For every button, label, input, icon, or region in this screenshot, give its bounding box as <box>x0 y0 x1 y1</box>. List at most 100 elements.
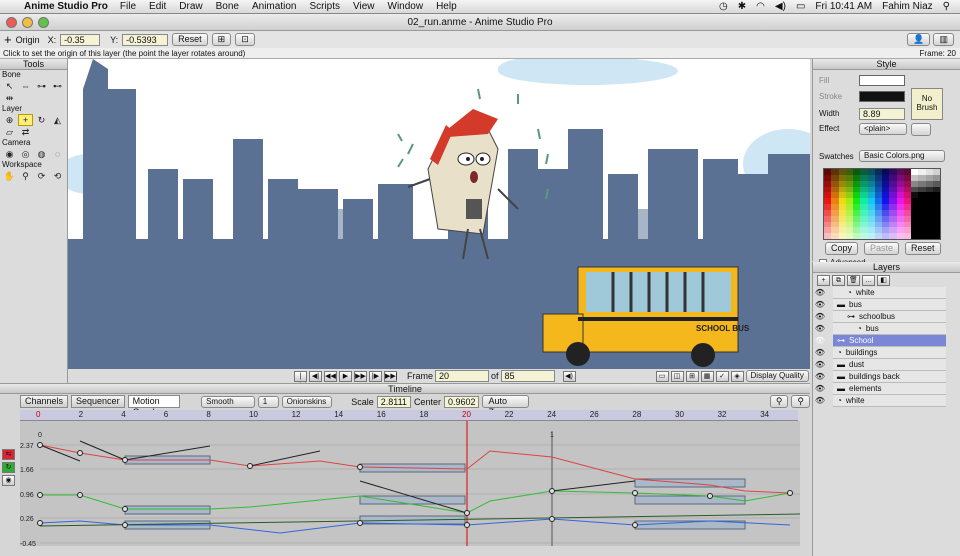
app-menu[interactable]: Anime Studio Pro <box>24 1 108 12</box>
switch-layer-tool-icon[interactable]: ⇄ <box>18 126 33 138</box>
copy-style-button[interactable]: Copy <box>825 242 859 255</box>
scale-field[interactable]: 2.8111 <box>376 395 411 408</box>
color-swatch[interactable] <box>896 233 904 239</box>
fill-color-swatch[interactable] <box>859 75 905 86</box>
visibility-eye-icon[interactable]: 👁 <box>814 348 826 358</box>
color-swatch[interactable] <box>889 233 897 239</box>
visibility-eye-icon[interactable]: 👁 <box>814 396 826 406</box>
rotate-layer-tool-icon[interactable]: ↻ <box>34 114 49 126</box>
color-swatch[interactable] <box>853 233 861 239</box>
zoom-out-icon[interactable]: ⚲ <box>769 395 789 408</box>
pan-tilt-camera-tool-icon[interactable]: ◌ <box>50 148 65 160</box>
set-origin-tool-icon[interactable]: + <box>18 114 33 126</box>
layer-row[interactable]: 👁 ▬ dust <box>815 359 946 371</box>
track-camera-tool-icon[interactable]: ◉ <box>2 148 17 160</box>
menu-bone[interactable]: Bone <box>216 1 239 12</box>
menu-draw[interactable]: Draw <box>179 1 202 12</box>
single-view-button[interactable]: ▭ <box>655 370 669 382</box>
pan-workspace-tool-icon[interactable]: ✋ <box>2 170 17 182</box>
volume-icon[interactable]: ◀) <box>775 1 786 12</box>
origin-x-field[interactable]: -0.35 <box>60 33 101 46</box>
center-field[interactable]: 0.9602 <box>443 395 480 408</box>
fast-forward-button[interactable]: ▶▶| <box>384 370 398 382</box>
layer-row[interactable]: 👁 ◔ white <box>815 395 946 407</box>
menu-window[interactable]: Window <box>388 1 424 12</box>
color-swatch[interactable] <box>903 233 911 239</box>
origin-y-field[interactable]: -0.5393 <box>122 33 169 46</box>
zoom-camera-tool-icon[interactable]: ◎ <box>18 148 33 160</box>
menu-edit[interactable]: Edit <box>149 1 166 12</box>
shear-layer-tool-icon[interactable]: ▱ <box>2 126 17 138</box>
color-swatch[interactable] <box>845 233 853 239</box>
quad-view-button[interactable]: ⊞ <box>685 370 699 382</box>
step-forward-button[interactable]: |▶ <box>369 370 382 382</box>
interpolation-dropdown[interactable]: Smooth <box>201 395 255 408</box>
translate-layer-tool-icon[interactable]: ⊕ <box>2 114 17 126</box>
select-bone-tool-icon[interactable]: ↖ <box>2 80 17 92</box>
color-swatches-grid[interactable] <box>823 168 941 240</box>
next-keyframe-button[interactable]: ▶▶ <box>354 370 367 382</box>
minimize-window-button[interactable] <box>22 17 33 28</box>
stroke-color-swatch[interactable] <box>859 91 905 102</box>
frame-field[interactable]: 20 <box>435 370 490 382</box>
color-swatch[interactable] <box>860 233 868 239</box>
character-wizard-icon[interactable]: 👤 <box>907 33 931 46</box>
translation-channel-icon[interactable]: ⇆ <box>2 449 15 460</box>
reparent-bone-tool-icon[interactable]: ⊷ <box>50 80 65 92</box>
visibility-eye-icon[interactable]: 👁 <box>814 384 826 394</box>
layer-row[interactable]: 👁 ⊶ schoolbus <box>815 311 946 323</box>
zoom-workspace-tool-icon[interactable]: ⚲ <box>18 170 33 182</box>
rewind-button[interactable]: |◀◀ <box>294 370 307 389</box>
color-swatch[interactable] <box>932 233 940 239</box>
timeline-ruler[interactable]: 0 2 4 6 8 10 12 14 16 18 20 22 24 26 28 30 32 34 <box>20 410 798 421</box>
color-swatch[interactable] <box>824 233 832 239</box>
spotlight-search-icon[interactable]: ⚲ <box>943 1 950 12</box>
menu-help[interactable]: Help <box>436 1 457 12</box>
color-swatch[interactable] <box>882 233 890 239</box>
visibility-eye-icon[interactable]: 👁 <box>814 300 826 310</box>
stroke-checkbox-label[interactable]: Stroke <box>819 92 842 101</box>
total-frames-field[interactable]: 85 <box>500 370 555 382</box>
color-swatch[interactable] <box>867 233 875 239</box>
set-origin-button[interactable]: ⊞ <box>211 33 232 46</box>
layer-row[interactable]: 👁 ⊶ School <box>815 335 946 347</box>
bone-strength-tool-icon[interactable]: ⇹ <box>2 92 17 104</box>
play-button[interactable]: ▶ <box>339 370 352 382</box>
user-name[interactable]: Fahim Niaz <box>882 1 933 12</box>
no-brush-button[interactable]: No Brush <box>911 88 943 120</box>
delete-layer-icon[interactable]: 🗑 <box>847 275 860 286</box>
paint-bucket-icon[interactable]: ◈ <box>730 370 744 382</box>
scale-channel-icon[interactable]: ◉ <box>2 475 15 486</box>
width-field[interactable]: 8.89 <box>859 108 905 120</box>
scale-layer-tool-icon[interactable]: ◭ <box>50 114 65 126</box>
reset-style-button[interactable]: Reset <box>905 242 941 255</box>
add-bone-tool-icon[interactable]: ⊶ <box>34 80 49 92</box>
close-window-button[interactable] <box>6 17 17 28</box>
layer-mask-icon[interactable]: ◧ <box>877 275 890 286</box>
visibility-eye-icon[interactable]: 👁 <box>814 372 826 382</box>
new-layer-icon[interactable]: + <box>817 275 830 286</box>
motion-graph[interactable]: 2.37 1.66 0.96 0.26 -0.45 0 1 <box>20 421 801 548</box>
color-swatch[interactable] <box>918 233 926 239</box>
roll-camera-tool-icon[interactable]: ◍ <box>34 148 49 160</box>
visibility-eye-icon[interactable]: 👁 <box>814 360 826 370</box>
layer-row[interactable]: 👁 ◔ white <box>815 287 946 299</box>
auto-zoom-button[interactable]: Auto Zoom <box>482 395 529 417</box>
color-swatch[interactable] <box>838 233 846 239</box>
visibility-eye-icon[interactable]: 👁 <box>814 336 826 346</box>
clock[interactable]: Fri 10:41 AM <box>815 1 872 12</box>
layer-row[interactable]: 👁 ◔ bus <box>815 323 946 335</box>
layer-row[interactable]: 👁 ▬ elements <box>815 383 946 395</box>
tab-motion-graph[interactable]: Motion Graph <box>127 395 181 417</box>
reset-origin-button[interactable]: Reset <box>172 33 208 46</box>
step-back-button[interactable]: ◀| <box>309 370 322 382</box>
show-curves-checkbox[interactable]: ✓ <box>715 370 729 382</box>
origin-to-bone-button[interactable]: ⊡ <box>235 33 255 46</box>
menu-scripts[interactable]: Scripts <box>309 1 340 12</box>
zoom-in-icon[interactable]: ⚲ <box>791 395 810 408</box>
volume-button[interactable]: ◀) <box>562 370 576 382</box>
color-swatch[interactable] <box>874 233 882 239</box>
orbit-workspace-tool-icon[interactable]: ⟲ <box>50 170 65 182</box>
zoom-window-button[interactable] <box>38 17 49 28</box>
wifi-icon[interactable]: ◠ <box>756 1 765 12</box>
